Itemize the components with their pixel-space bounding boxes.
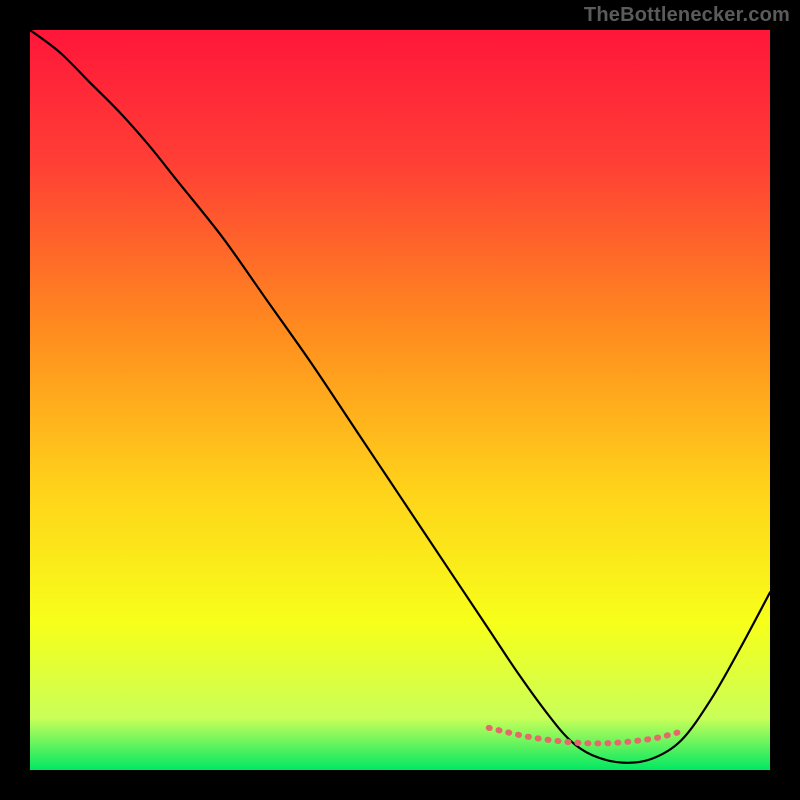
gradient-background — [30, 30, 770, 770]
bottleneck-plot — [0, 0, 800, 800]
watermark-text: TheBottlenecker.com — [584, 4, 790, 27]
chart-container: TheBottlenecker.com — [0, 0, 800, 800]
